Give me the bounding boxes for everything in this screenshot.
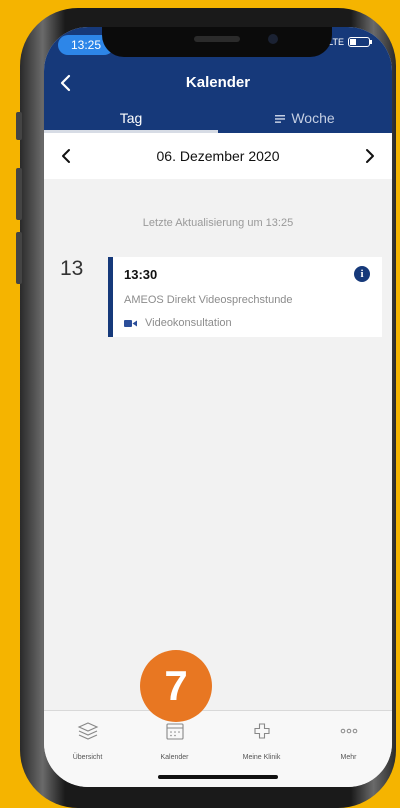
hour-label: 13 bbox=[60, 257, 84, 280]
appointment-title: AMEOS Direkt Videosprechstunde bbox=[124, 294, 293, 306]
tab-week[interactable]: Woche bbox=[218, 105, 392, 133]
info-icon[interactable]: i bbox=[354, 266, 370, 282]
page-title: Kalender bbox=[185, 74, 251, 91]
tabbar-item-my-clinic[interactable]: Meine Klinik bbox=[218, 721, 305, 761]
tab-day-label: Tag bbox=[119, 110, 143, 126]
appointment-card[interactable]: 13:30 i AMEOS Direkt Videosprechstunde V… bbox=[108, 257, 382, 337]
calendar-icon bbox=[165, 723, 184, 740]
more-dots-icon bbox=[340, 728, 357, 734]
tab-week-label: Woche bbox=[291, 110, 335, 126]
mute-switch bbox=[16, 112, 22, 140]
tabbar-label: Mehr bbox=[340, 754, 357, 761]
step-number-badge: 7 bbox=[140, 650, 212, 722]
tabbar-item-more[interactable]: Mehr bbox=[305, 721, 392, 761]
appointment-type-row: Videokonsultation bbox=[124, 317, 232, 329]
bottom-tab-bar: Übersicht Kalender Meine Klinik Mehr bbox=[44, 710, 392, 787]
nav-bar: Kalender bbox=[44, 61, 392, 105]
date-navigator: 06. Dezember 2020 bbox=[44, 133, 392, 179]
tabbar-item-calendar[interactable]: Kalender bbox=[131, 721, 218, 761]
speaker bbox=[194, 36, 240, 42]
phone-screen: 13:25 LTE Kalender Tag Woche 06. Dezembe… bbox=[44, 27, 392, 787]
appointment-type: Videokonsultation bbox=[145, 317, 232, 329]
home-indicator bbox=[158, 775, 278, 779]
video-camera-icon bbox=[124, 319, 137, 327]
battery-icon bbox=[348, 37, 372, 47]
notch bbox=[102, 27, 332, 57]
tabbar-label: Übersicht bbox=[72, 754, 103, 761]
chevron-right-icon bbox=[366, 149, 374, 163]
volume-up-button bbox=[16, 168, 22, 220]
tabbar-item-overview[interactable]: Übersicht bbox=[44, 721, 131, 761]
next-day-button[interactable] bbox=[358, 145, 380, 167]
appointment-time: 13:30 bbox=[124, 267, 158, 282]
current-date: 06. Dezember 2020 bbox=[156, 148, 280, 164]
camera bbox=[268, 34, 278, 44]
tabbar-label: Meine Klinik bbox=[242, 754, 281, 761]
list-icon bbox=[275, 115, 286, 124]
tab-day[interactable]: Tag bbox=[44, 105, 218, 133]
tabbar-label: Kalender bbox=[160, 754, 189, 761]
last-update-text: Letzte Aktualisierung um 13:25 bbox=[142, 217, 294, 229]
layers-icon bbox=[77, 722, 98, 740]
view-tabs: Tag Woche bbox=[44, 105, 392, 133]
medical-cross-icon bbox=[253, 723, 270, 739]
volume-down-button bbox=[16, 232, 22, 284]
